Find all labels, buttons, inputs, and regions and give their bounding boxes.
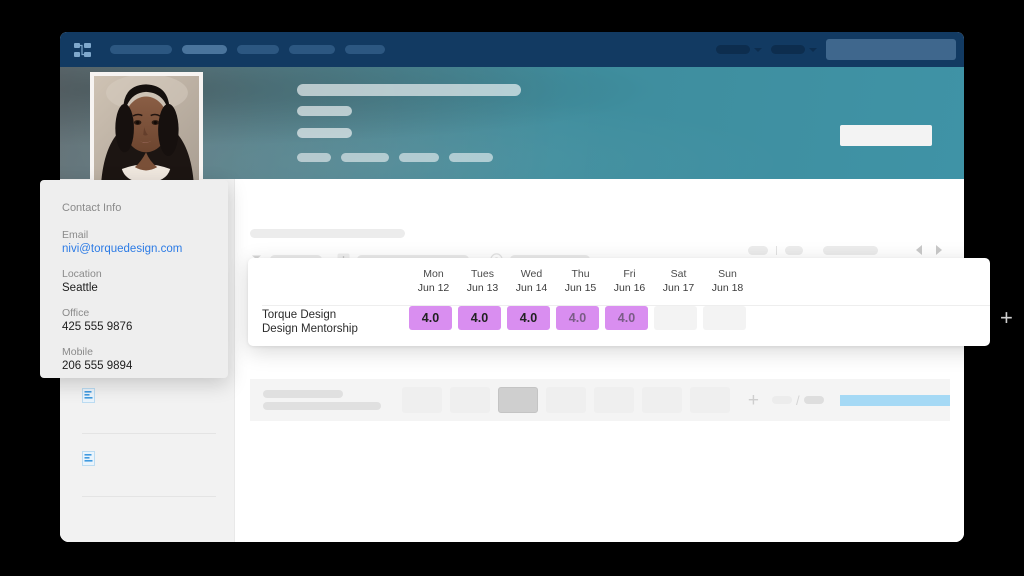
entry-cell-selected[interactable] bbox=[498, 387, 538, 413]
field-label-location: Location bbox=[62, 268, 228, 280]
timesheet-row-label[interactable]: Torque Design Design Mentorship bbox=[262, 308, 412, 336]
field-label-email: Email bbox=[62, 229, 228, 241]
day-header: Sun Jun 18 bbox=[703, 267, 752, 295]
entry-cell[interactable] bbox=[450, 387, 490, 413]
field-value-office: 425 555 9876 bbox=[62, 321, 228, 333]
project-name: Design Mentorship bbox=[262, 322, 412, 336]
row-cells bbox=[402, 387, 730, 413]
hero-tags bbox=[297, 153, 493, 162]
page-title-placeholder bbox=[250, 229, 405, 238]
entry-cell-mon[interactable]: 4.0 bbox=[409, 306, 452, 330]
arrow-left-icon[interactable] bbox=[916, 245, 922, 255]
entry-cell[interactable] bbox=[642, 387, 682, 413]
field-value-email[interactable]: nivi@torquedesign.com bbox=[62, 243, 228, 255]
divider bbox=[82, 496, 216, 497]
nav-dropdown-2[interactable] bbox=[771, 45, 817, 54]
contact-info-card: Contact Info Email nivi@torquedesign.com… bbox=[40, 180, 228, 378]
row-progress-bar bbox=[840, 395, 950, 406]
field-label-office: Office bbox=[62, 307, 228, 319]
nav-link-5[interactable] bbox=[345, 45, 385, 54]
plus-icon[interactable]: + bbox=[1000, 308, 1013, 328]
field-value-mobile: 206 555 9894 bbox=[62, 360, 228, 372]
divider bbox=[776, 246, 777, 255]
nav-link-4[interactable] bbox=[289, 45, 335, 54]
divider bbox=[82, 433, 216, 434]
sidebar-document-item[interactable] bbox=[82, 384, 216, 417]
chevron-down-icon bbox=[809, 48, 817, 52]
hero-action-button[interactable] bbox=[840, 125, 932, 146]
entry-cell-sat[interactable] bbox=[654, 306, 697, 330]
field-label-mobile: Mobile bbox=[62, 346, 228, 358]
plus-icon[interactable]: + bbox=[748, 391, 759, 410]
document-icon bbox=[82, 388, 95, 403]
entry-cell-wed[interactable]: 4.0 bbox=[507, 306, 550, 330]
entry-cell-thu[interactable]: 4.0 bbox=[556, 306, 599, 330]
day-header: Sat Jun 17 bbox=[654, 267, 703, 295]
nav-link-1[interactable] bbox=[110, 45, 172, 54]
pager-label-2 bbox=[785, 246, 803, 255]
nav-link-3[interactable] bbox=[237, 45, 279, 54]
entry-cell-fri[interactable]: 4.0 bbox=[605, 306, 648, 330]
date-pager bbox=[748, 245, 942, 255]
hero-title-placeholder bbox=[297, 84, 527, 138]
entry-cell[interactable] bbox=[690, 387, 730, 413]
main-panel: + / Add Note bbox=[235, 179, 964, 542]
nav-dropdown-1[interactable] bbox=[716, 45, 762, 54]
sidebar-document-item[interactable] bbox=[82, 447, 216, 480]
entry-cell[interactable] bbox=[546, 387, 586, 413]
day-header: Tues Jun 13 bbox=[458, 267, 507, 295]
document-icon bbox=[82, 451, 95, 466]
row-total-placeholder: / bbox=[772, 393, 824, 408]
top-navbar bbox=[60, 32, 964, 67]
pager-label-1 bbox=[748, 246, 768, 255]
entry-cell[interactable] bbox=[594, 387, 634, 413]
row-label-placeholder bbox=[263, 386, 388, 414]
screenshot-stage: + / Add Note bbox=[0, 0, 1024, 576]
chevron-down-icon bbox=[754, 48, 762, 52]
field-value-location: Seattle bbox=[62, 282, 228, 294]
timesheet-day-headers: Mon Jun 12 Tues Jun 13 Wed Jun 14 Thu Ju… bbox=[409, 267, 752, 295]
day-header: Wed Jun 14 bbox=[507, 267, 556, 295]
arrow-right-icon[interactable] bbox=[936, 245, 942, 255]
entry-cell[interactable] bbox=[402, 387, 442, 413]
contact-card-title: Contact Info bbox=[62, 202, 228, 214]
timesheet-row-skeleton: + / bbox=[250, 379, 950, 421]
timesheet-card: Mon Jun 12 Tues Jun 13 Wed Jun 14 Thu Ju… bbox=[248, 258, 990, 346]
day-header: Thu Jun 15 bbox=[556, 267, 605, 295]
entry-cell-tue[interactable]: 4.0 bbox=[458, 306, 501, 330]
day-header: Mon Jun 12 bbox=[409, 267, 458, 295]
nav-links bbox=[110, 45, 385, 54]
sitemap-icon[interactable] bbox=[73, 42, 93, 58]
avatar bbox=[90, 72, 203, 187]
nav-right-group bbox=[716, 39, 956, 60]
pager-range bbox=[823, 246, 878, 255]
search-input[interactable] bbox=[826, 39, 956, 60]
nav-link-2[interactable] bbox=[182, 45, 227, 54]
entry-cell-sun[interactable] bbox=[703, 306, 746, 330]
timesheet-entry-cells: 4.0 4.0 4.0 4.0 4.0 bbox=[406, 306, 749, 330]
client-name: Torque Design bbox=[262, 308, 412, 322]
day-header: Fri Jun 16 bbox=[605, 267, 654, 295]
